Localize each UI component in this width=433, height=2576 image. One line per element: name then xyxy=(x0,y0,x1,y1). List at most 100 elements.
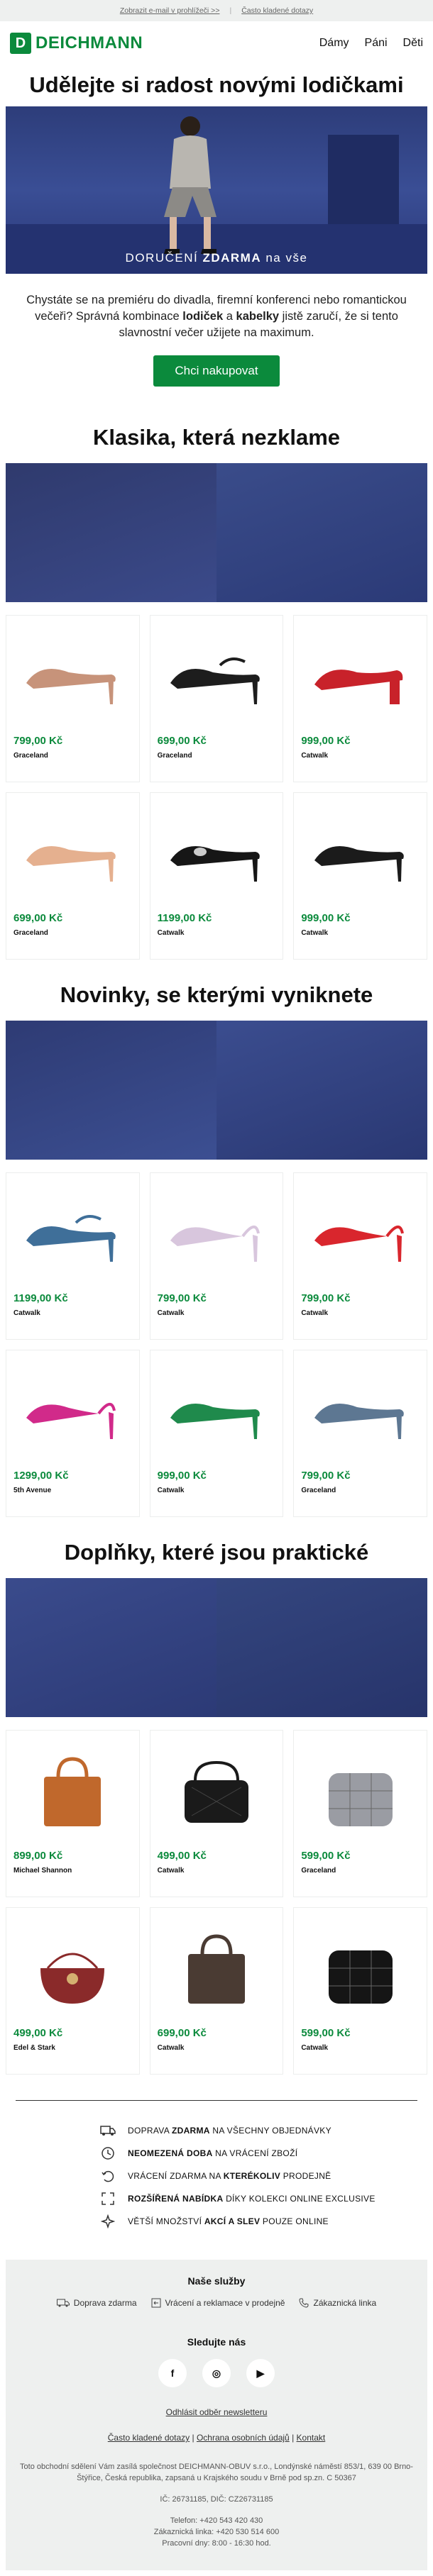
product-brand: Graceland xyxy=(13,752,48,760)
product-sections: Klasika, která nezklame 799,00 Kč Gracel… xyxy=(0,408,433,2080)
product-image xyxy=(13,800,132,906)
section-banner[interactable] xyxy=(6,463,427,602)
shop-now-button[interactable]: Chci nakupovat xyxy=(153,355,280,387)
nav-kids[interactable]: Děti xyxy=(403,37,423,50)
product-image xyxy=(301,1180,420,1287)
hero-title: Udělejte si radost novými lodičkami xyxy=(29,72,404,97)
nav-men[interactable]: Páni xyxy=(365,37,388,50)
product-price: 999,00 Kč xyxy=(301,912,351,924)
youtube-icon[interactable]: ▶ xyxy=(246,2359,275,2387)
product-card[interactable]: 999,00 Kč Catwalk xyxy=(293,792,427,960)
product-card[interactable]: 799,00 Kč Graceland xyxy=(6,615,140,782)
clock-icon xyxy=(99,2145,116,2161)
product-card[interactable]: 999,00 Kč Catwalk xyxy=(293,615,427,782)
product-card[interactable]: 699,00 Kč Graceland xyxy=(6,792,140,960)
legal-hotline: Zákaznická linka: +420 530 514 600 xyxy=(153,2528,280,2536)
main-nav: Dámy Páni Děti xyxy=(319,37,423,50)
product-brand: Catwalk xyxy=(301,2044,329,2052)
expand-icon xyxy=(99,2191,116,2206)
deichmann-logo[interactable]: D DEICHMANN xyxy=(10,33,143,54)
footer-link-contact[interactable]: Kontakt xyxy=(297,2433,326,2443)
section-title: Doplňky, které jsou praktické xyxy=(64,1540,369,1565)
product-brand: 5th Avenue xyxy=(13,1487,52,1494)
footer-link-privacy[interactable]: Ochrana osobních údajů xyxy=(197,2433,290,2443)
service-free-delivery[interactable]: Doprava zdarma xyxy=(56,2298,137,2308)
benefit-text: VRÁCENÍ ZDARMA NA KTERÉKOLIV PRODEJNĚ xyxy=(128,2171,331,2181)
product-price: 499,00 Kč xyxy=(13,2027,63,2039)
product-card[interactable]: 699,00 Kč Graceland xyxy=(149,615,284,782)
legal-info: Toto obchodní sdělení Vám zasílá společn… xyxy=(13,2461,420,2549)
product-price: 1199,00 Kč xyxy=(157,912,212,924)
cta-wrapper: Chci nakupovat xyxy=(0,355,433,408)
banner-image xyxy=(217,1021,427,1160)
product-image xyxy=(158,1738,276,1844)
product-image xyxy=(13,623,132,729)
footer-link-faq[interactable]: Často kladené dotazy xyxy=(108,2433,190,2443)
intro-bold-bags: kabelky xyxy=(236,310,280,323)
product-price: 799,00 Kč xyxy=(301,1470,351,1482)
product-image xyxy=(158,623,276,729)
product-card[interactable]: 599,00 Kč Graceland xyxy=(293,1730,427,1897)
view-in-browser-link[interactable]: Zobrazit e-mail v prohlížeči >> xyxy=(120,6,220,15)
product-card[interactable]: 1299,00 Kč 5th Avenue xyxy=(6,1350,140,1517)
phone-icon xyxy=(299,2298,309,2308)
product-image xyxy=(13,1738,132,1844)
product-card[interactable]: 1199,00 Kč Catwalk xyxy=(149,792,284,960)
benefit-item: VĚTŠÍ MNOŽSTVÍ AKCÍ A SLEV POUZE ONLINE xyxy=(99,2210,433,2233)
hero-banner-image[interactable]: DORUČENÍ ZDARMA na vše xyxy=(6,106,427,274)
intro-bold-pumps: lodiček xyxy=(182,310,224,323)
product-card[interactable]: 799,00 Kč Graceland xyxy=(293,1350,427,1517)
product-brand: Michael Shannon xyxy=(13,1867,72,1875)
banner-image xyxy=(217,1578,427,1717)
product-brand: Graceland xyxy=(157,752,192,760)
product-image xyxy=(301,1358,420,1464)
faq-link[interactable]: Často kladené dotazy xyxy=(241,6,313,15)
product-image xyxy=(158,1358,276,1464)
service-hotline[interactable]: Zákaznická linka xyxy=(299,2298,376,2308)
product-card[interactable]: 1199,00 Kč Catwalk xyxy=(6,1172,140,1340)
product-price: 799,00 Kč xyxy=(301,1292,351,1304)
truck-icon xyxy=(56,2299,70,2307)
intro-and: a xyxy=(226,310,233,323)
nav-women[interactable]: Dámy xyxy=(319,37,349,50)
product-card[interactable]: 499,00 Kč Edel & Stark xyxy=(6,1907,140,2075)
logo-mark: D xyxy=(10,33,31,54)
product-price: 899,00 Kč xyxy=(13,1850,63,1862)
model-illustration xyxy=(164,116,217,254)
unsubscribe-link[interactable]: Odhlásit odběr newsletteru xyxy=(13,2407,420,2417)
product-brand: Graceland xyxy=(301,1487,336,1494)
legal-ids: IČ: 26731185, DIČ: CZ26731185 xyxy=(160,2495,273,2504)
benefits-list: DOPRAVA ZDARMA NA VŠECHNY OBJEDNÁVKY NEOM… xyxy=(0,2101,433,2251)
social-title: Sledujte nás xyxy=(187,2336,246,2348)
service-returns[interactable]: Vrácení a reklamace v prodejně xyxy=(151,2298,285,2308)
section-banner[interactable] xyxy=(6,1578,427,1717)
product-card[interactable]: 499,00 Kč Catwalk xyxy=(149,1730,284,1897)
benefit-text: NEOMEZENÁ DOBA NA VRÁCENÍ ZBOŽÍ xyxy=(128,2148,298,2158)
section-banner[interactable] xyxy=(6,1021,427,1160)
product-card[interactable]: 599,00 Kč Catwalk xyxy=(293,1907,427,2075)
product-card[interactable]: 999,00 Kč Catwalk xyxy=(149,1350,284,1517)
product-image xyxy=(13,1358,132,1464)
services-list: Doprava zdarma Vrácení a reklamace v pro… xyxy=(13,2298,420,2308)
product-card[interactable]: 799,00 Kč Catwalk xyxy=(149,1172,284,1340)
instagram-icon[interactable]: ◎ xyxy=(202,2359,231,2387)
product-card[interactable]: 699,00 Kč Catwalk xyxy=(149,1907,284,2075)
service-label: Zákaznická linka xyxy=(313,2298,377,2308)
benefit-text: VĚTŠÍ MNOŽSTVÍ AKCÍ A SLEV POUZE ONLINE xyxy=(128,2216,329,2226)
product-brand: Edel & Stark xyxy=(13,2044,55,2052)
truck-icon xyxy=(99,2123,116,2138)
product-card[interactable]: 899,00 Kč Michael Shannon xyxy=(6,1730,140,1897)
product-image xyxy=(301,1738,420,1844)
product-brand: Graceland xyxy=(301,1867,336,1875)
product-grid: 899,00 Kč Michael Shannon 499,00 Kč Catw… xyxy=(0,1717,433,2080)
benefit-item: DOPRAVA ZDARMA NA VŠECHNY OBJEDNÁVKY xyxy=(99,2119,433,2142)
benefit-item: NEOMEZENÁ DOBA NA VRÁCENÍ ZBOŽÍ xyxy=(99,2142,433,2165)
product-price: 699,00 Kč xyxy=(157,2027,207,2039)
product-price: 1199,00 Kč xyxy=(13,1292,68,1304)
banner-image xyxy=(6,1578,217,1717)
product-price: 799,00 Kč xyxy=(157,1292,207,1304)
product-brand: Catwalk xyxy=(301,929,329,937)
product-card[interactable]: 799,00 Kč Catwalk xyxy=(293,1172,427,1340)
product-brand: Graceland xyxy=(13,929,48,937)
facebook-icon[interactable]: f xyxy=(158,2359,187,2387)
